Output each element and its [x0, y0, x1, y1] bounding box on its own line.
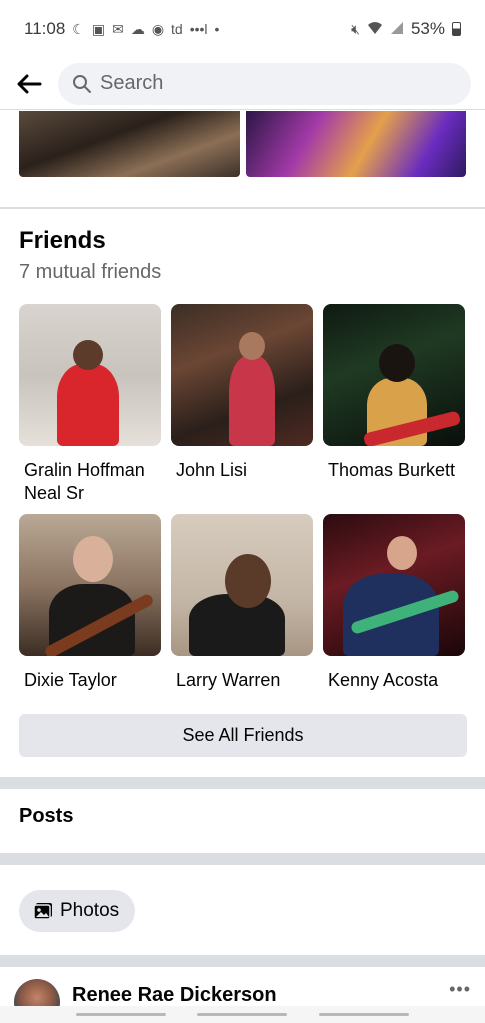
photo-figure-head [73, 340, 103, 370]
friend-photo[interactable] [171, 304, 313, 446]
posts-title: Posts [19, 805, 74, 827]
battery-percent: 53% [410, 19, 445, 38]
friend-photo[interactable] [19, 514, 161, 656]
mutual-friends-count: 7 mutual friends [19, 261, 162, 283]
friend-card[interactable]: Dixie Taylor [19, 514, 161, 724]
section-divider [0, 853, 485, 865]
section-divider [0, 955, 485, 967]
photo-figure [57, 364, 119, 446]
friend-name[interactable]: Dixie Taylor [19, 669, 161, 692]
photo-thumbnail[interactable] [19, 111, 240, 177]
photo-figure-head [379, 344, 415, 382]
section-divider [0, 207, 485, 209]
friend-name[interactable]: Larry Warren [171, 669, 313, 692]
photo-thumbnail[interactable] [245, 111, 466, 177]
profile-screen: 11:08 ☾ ▣ ✉ ☁ ◉ td •••l • 🔇︎ 53% Search … [0, 0, 485, 1023]
weather-icon: ☁ [130, 20, 145, 37]
friends-title: Friends [19, 227, 106, 254]
photo-figure-head [239, 332, 265, 360]
eye-icon: ◉ [151, 20, 165, 37]
card-icon: ▣ [91, 20, 106, 37]
back-button[interactable] [14, 69, 44, 99]
battery-icon [452, 22, 461, 36]
carrier-text: td [171, 21, 183, 37]
friend-photo[interactable] [171, 514, 313, 656]
back-arrow-icon [17, 74, 42, 93]
photos-icon [33, 903, 52, 920]
photo-figure-head [73, 536, 113, 582]
see-all-friends-button[interactable]: See All Friends [19, 714, 467, 757]
friend-name[interactable]: John Lisi [171, 459, 313, 482]
friend-name[interactable]: Kenny Acosta [323, 669, 465, 692]
system-nav-bar [0, 1006, 485, 1023]
friend-card[interactable]: Larry Warren [171, 514, 313, 724]
mute-icon: 🔇︎ [351, 20, 360, 37]
friend-grid: Gralin Hoffman Neal Sr John Lisi Thomas … [19, 304, 467, 724]
signal-dots-icon: •••l [189, 21, 208, 37]
photo-figure-head [225, 554, 271, 608]
status-bar: 11:08 ☾ ▣ ✉ ☁ ◉ td •••l • 🔇︎ 53% [0, 0, 485, 58]
nav-home[interactable] [197, 1013, 288, 1016]
search-box[interactable] [58, 62, 471, 105]
photo-figure [229, 356, 275, 446]
nav-back[interactable] [319, 1013, 410, 1016]
friend-card[interactable]: John Lisi [171, 304, 313, 514]
search-icon [73, 74, 91, 93]
status-time: 11:08 [24, 19, 66, 38]
photo-strip [0, 111, 485, 177]
post-header: Renee Rae Dickerson ••• [0, 979, 485, 1023]
section-divider [0, 777, 485, 789]
friend-card[interactable]: Kenny Acosta [323, 514, 465, 724]
photos-chip-label: Photos [60, 900, 120, 921]
search-header [0, 58, 485, 110]
status-left: 11:08 ☾ ▣ ✉ ☁ ◉ td •••l • [24, 19, 219, 39]
wifi-icon [367, 21, 383, 38]
nav-recents[interactable] [75, 1013, 166, 1016]
friend-name[interactable]: Gralin Hoffman Neal Sr [19, 459, 161, 505]
more-options-button[interactable]: ••• [449, 979, 471, 1000]
friend-photo[interactable] [323, 514, 465, 656]
photo-figure-head [387, 536, 417, 570]
friend-photo[interactable] [323, 304, 465, 446]
mail-icon: ✉ [112, 20, 124, 37]
dot-icon: • [214, 21, 220, 37]
moon-icon: ☾ [72, 20, 85, 37]
cell-signal-icon [390, 21, 404, 38]
friend-photo[interactable] [19, 304, 161, 446]
post-author-name[interactable]: Renee Rae Dickerson [72, 984, 277, 1007]
photos-filter-chip[interactable]: Photos [19, 890, 136, 932]
friend-card[interactable]: Thomas Burkett [323, 304, 465, 514]
friend-card[interactable]: Gralin Hoffman Neal Sr [19, 304, 161, 514]
friend-name[interactable]: Thomas Burkett [323, 459, 465, 482]
status-right: 🔇︎ 53% [351, 19, 461, 39]
search-input[interactable] [100, 72, 457, 95]
